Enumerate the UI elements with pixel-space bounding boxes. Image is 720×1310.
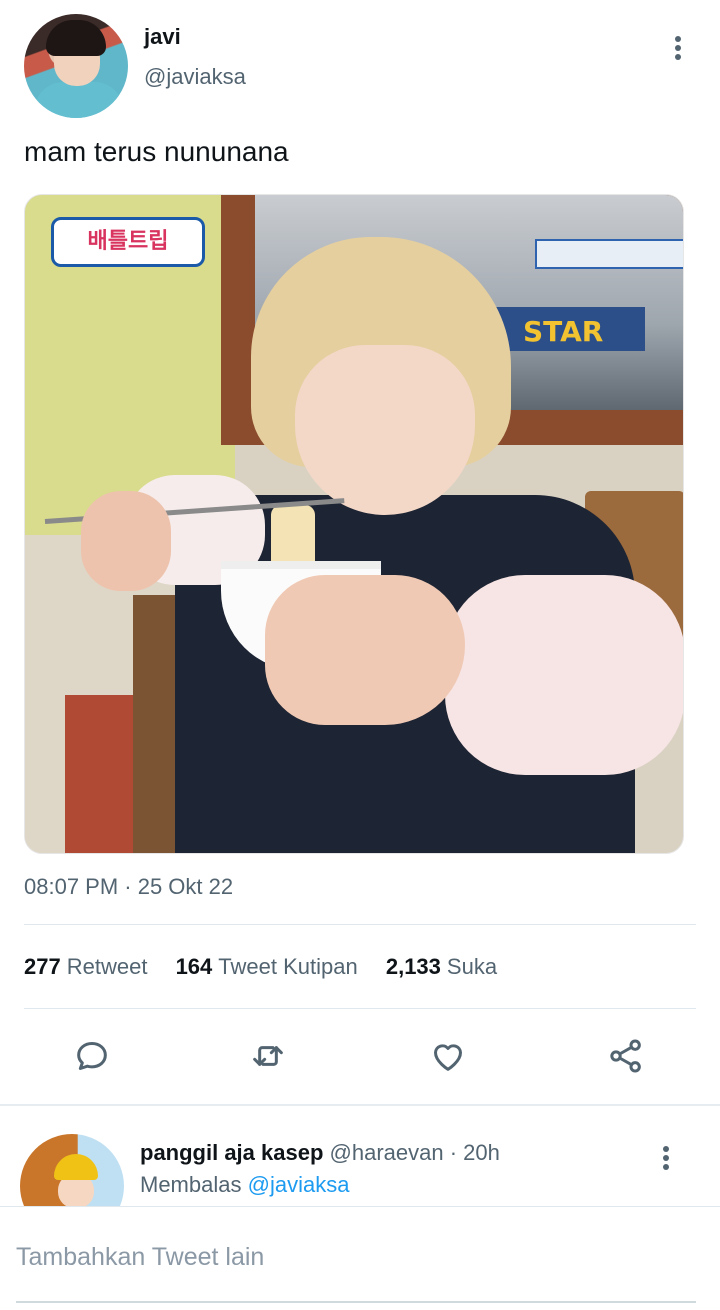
retweet-icon[interactable] (248, 1036, 292, 1080)
reply-author-avatar[interactable] (20, 1134, 124, 1206)
stat-count: 277 (24, 954, 61, 979)
divider (24, 924, 696, 925)
stat-likes[interactable]: 2,133 Suka (386, 954, 497, 980)
compose-bar (0, 1206, 720, 1310)
more-dot (663, 1155, 669, 1161)
photo-person-hand (265, 575, 465, 725)
photo-person-hand (81, 491, 171, 591)
like-icon[interactable] (428, 1036, 472, 1080)
tweet-timestamp[interactable]: 08:07 PM · 25 Okt 22 (24, 874, 233, 900)
more-dot (663, 1164, 669, 1170)
stat-label: Suka (446, 954, 498, 979)
tweet-media-photo[interactable]: STAR 배틀트립 (24, 194, 684, 854)
photo-show-logo: 배틀트립 (51, 217, 205, 267)
tweet-text: mam terus nununana (24, 136, 289, 167)
photo-sign-text: STAR (523, 315, 604, 348)
photo-person-face (295, 345, 475, 515)
author-display-name[interactable]: javi (144, 24, 181, 50)
photo-show-logo-text: 배틀트립 (87, 229, 169, 254)
replying-to-line: Membalas @javiaksa (140, 1172, 349, 1198)
compose-tweet-input[interactable] (16, 1237, 696, 1277)
stat-count: 2,133 (385, 954, 441, 979)
reply-header: panggil aja kasep @haraevan · 20h (140, 1140, 500, 1166)
reply-tweet[interactable]: panggil aja kasep @haraevan · 20h Membal… (0, 1106, 720, 1206)
share-icon[interactable] (606, 1036, 650, 1080)
avatar-shirt-shape (34, 82, 124, 118)
stat-label: Tweet Kutipan (218, 954, 358, 979)
stat-quote-tweets[interactable]: 164 Tweet Kutipan (176, 954, 358, 980)
author-avatar[interactable] (24, 14, 128, 118)
tweet-stats: 277 Retweet 164 Tweet Kutipan 2,133 Suka (24, 954, 519, 980)
replying-to-label: Membalas (140, 1172, 242, 1197)
more-dot (675, 36, 681, 42)
reply-author-name[interactable]: panggil aja kasep (140, 1140, 323, 1165)
more-dot (675, 54, 681, 60)
stat-retweets[interactable]: 277 Retweet (24, 954, 147, 980)
replying-to-mention[interactable]: @javiaksa (248, 1172, 350, 1197)
reply-author-meta: @haraevan · 20h (329, 1140, 500, 1165)
compose-underline (16, 1301, 696, 1303)
divider (24, 1008, 696, 1009)
reply-icon[interactable] (72, 1036, 116, 1080)
reply-more-options-icon[interactable] (652, 1140, 680, 1176)
photo-banner (535, 239, 683, 269)
avatar-hair-shape (46, 20, 106, 56)
stat-count: 164 (175, 954, 213, 979)
more-options-icon[interactable] (664, 30, 692, 66)
more-dot (663, 1146, 669, 1152)
stat-label: Retweet (66, 954, 148, 979)
tweet-action-bar (0, 1030, 720, 1086)
avatar-helmet-shape (54, 1154, 98, 1180)
author-handle[interactable]: @javiaksa (144, 64, 246, 90)
photo-person-sleeve (445, 575, 683, 775)
more-dot (675, 45, 681, 51)
